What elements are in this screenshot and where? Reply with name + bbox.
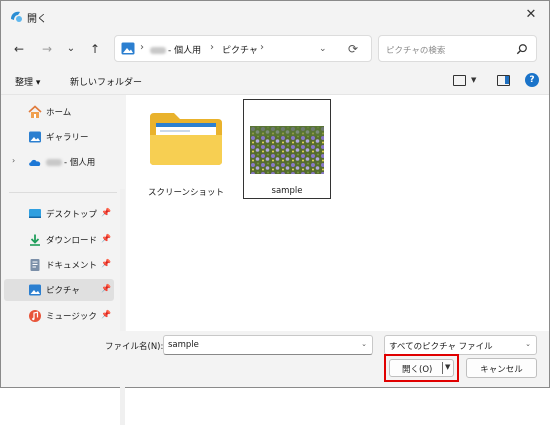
window-title: 開く bbox=[27, 14, 47, 25]
home-icon bbox=[28, 105, 42, 118]
music-icon bbox=[29, 310, 41, 322]
pictures-icon bbox=[121, 42, 135, 55]
refresh-button[interactable]: ⟳ bbox=[348, 42, 358, 56]
sidebar-item-label: ミュージック bbox=[46, 312, 97, 322]
gallery-icon bbox=[29, 131, 41, 143]
up-button[interactable]: ↑ bbox=[87, 41, 103, 57]
sidebar-item-label: ギャラリー bbox=[46, 133, 89, 143]
address-bar[interactable]: › - 個人用 › ピクチャ › ⌄ ⟳ bbox=[114, 35, 372, 62]
forward-button[interactable]: → bbox=[39, 41, 55, 57]
sidebar-item-gallery[interactable]: ギャラリー bbox=[4, 126, 114, 148]
pin-icon: 📌 bbox=[101, 208, 111, 217]
sidebar-item-home[interactable]: ホーム bbox=[4, 101, 114, 123]
filetype-select[interactable]: すべてのピクチャ ファイル ⌄ bbox=[384, 335, 537, 355]
sidebar-item-onedrive[interactable]: › - 個人用 bbox=[4, 151, 114, 173]
help-icon[interactable]: ? bbox=[525, 73, 539, 87]
sidebar-item-documents[interactable]: ドキュメント 📌 bbox=[4, 254, 114, 276]
pin-icon: 📌 bbox=[101, 259, 111, 268]
filename-label: ファイル名(N): bbox=[105, 342, 164, 352]
pin-icon: 📌 bbox=[101, 284, 111, 293]
new-folder-button[interactable]: 新しいフォルダー bbox=[70, 75, 142, 88]
sidebar-divider bbox=[9, 192, 117, 193]
redacted-name bbox=[46, 159, 62, 166]
folder-icon bbox=[150, 113, 222, 165]
sidebar-item-label: デスクトップ bbox=[46, 210, 98, 220]
sidebar-scrollbar[interactable] bbox=[120, 189, 125, 425]
file-list: スクリーンショット sample bbox=[126, 95, 549, 331]
sidebar-item-desktop[interactable]: デスクトップ 📌 bbox=[4, 203, 114, 225]
organize-menu[interactable]: 整理 ▾ bbox=[15, 75, 40, 88]
close-button[interactable]: ✕ bbox=[523, 7, 539, 23]
filename-value: sample bbox=[168, 340, 199, 350]
sidebar-item-label: ピクチャ bbox=[46, 286, 80, 296]
filetype-chevron-icon[interactable]: ⌄ bbox=[525, 340, 531, 348]
open-button-highlight: 開く(O) ▼ bbox=[384, 354, 459, 382]
sidebar-item-label: - 個人用 bbox=[46, 156, 95, 168]
sidebar-item-pictures[interactable]: ピクチャ 📌 bbox=[4, 279, 114, 301]
sidebar-item-downloads[interactable]: ダウンロード 📌 bbox=[4, 229, 114, 251]
command-bar: 整理 ▾ 新しいフォルダー ▼ ? bbox=[1, 67, 549, 95]
title-bar: 開く ✕ bbox=[1, 1, 549, 31]
file-name: sample bbox=[271, 186, 303, 196]
document-icon bbox=[30, 259, 40, 271]
search-box[interactable]: ピクチャの検索 bbox=[378, 35, 537, 62]
filename-history-chevron-icon[interactable]: ⌄ bbox=[361, 340, 367, 348]
filetype-value: すべてのピクチャ ファイル bbox=[389, 342, 493, 352]
sidebar-item-music[interactable]: ミュージック 📌 bbox=[4, 305, 114, 327]
cloud-icon bbox=[29, 159, 41, 166]
dialog-footer: ファイル名(N): sample ⌄ すべてのピクチャ ファイル ⌄ 開く(O)… bbox=[1, 331, 549, 387]
cancel-button-label: キャンセル bbox=[480, 365, 523, 375]
redacted-name bbox=[150, 47, 166, 54]
open-button-label: 開く(O) bbox=[402, 365, 433, 375]
pin-icon: 📌 bbox=[101, 310, 111, 319]
breadcrumb-pictures[interactable]: ピクチャ bbox=[222, 43, 258, 56]
preview-pane-icon[interactable] bbox=[497, 75, 510, 86]
back-button[interactable]: ← bbox=[11, 41, 27, 57]
search-icon[interactable] bbox=[516, 43, 528, 55]
address-history-chevron-icon[interactable]: ⌄ bbox=[319, 44, 327, 54]
recent-locations-button[interactable]: ⌄ bbox=[63, 41, 79, 57]
download-icon bbox=[30, 234, 40, 246]
breadcrumb-separator: › bbox=[140, 42, 144, 53]
app-icon bbox=[11, 11, 22, 22]
desktop-icon bbox=[29, 209, 41, 218]
sidebar-item-label: ドキュメント bbox=[46, 261, 98, 271]
expand-chevron-icon[interactable]: › bbox=[12, 156, 15, 165]
breadcrumb-separator: › bbox=[210, 42, 214, 53]
sidebar-item-label: ホーム bbox=[46, 108, 72, 118]
breadcrumb-separator: › bbox=[260, 42, 264, 53]
folder-item[interactable]: スクリーンショット bbox=[142, 99, 230, 199]
breadcrumb-personal[interactable]: - 個人用 bbox=[150, 43, 201, 56]
file-name: スクリーンショット bbox=[147, 188, 225, 198]
image-file-item[interactable]: sample bbox=[243, 99, 331, 199]
open-options-chevron-icon[interactable]: ▼ bbox=[445, 363, 450, 371]
view-layout-icon[interactable] bbox=[453, 75, 466, 86]
image-thumbnail bbox=[250, 126, 324, 174]
pictures-icon bbox=[29, 284, 41, 296]
open-button[interactable]: 開く(O) ▼ bbox=[389, 359, 454, 377]
cancel-button[interactable]: キャンセル bbox=[466, 358, 537, 378]
open-file-dialog: 開く ✕ ← → ⌄ ↑ › - 個人用 › ピクチャ › ⌄ ⟳ ピクチャの検… bbox=[0, 0, 550, 425]
split-divider bbox=[442, 362, 443, 374]
view-options-chevron-icon[interactable]: ▼ bbox=[471, 76, 476, 84]
search-placeholder: ピクチャの検索 bbox=[386, 46, 446, 56]
navigation-bar: ← → ⌄ ↑ › - 個人用 › ピクチャ › ⌄ ⟳ ピクチャの検索 bbox=[1, 31, 549, 67]
navigation-pane: ホーム ギャラリー › - 個人用 デスクトップ 📌 ダウンロード 📌 ドキュメ… bbox=[1, 95, 125, 425]
sidebar-item-label: ダウンロード bbox=[46, 236, 98, 246]
filename-input[interactable]: sample ⌄ bbox=[163, 335, 373, 355]
pin-icon: 📌 bbox=[101, 234, 111, 243]
